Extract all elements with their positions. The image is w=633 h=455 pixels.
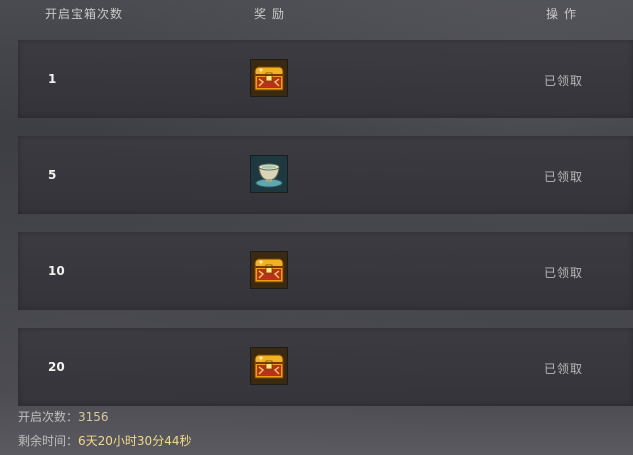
row-count: 1 bbox=[48, 72, 57, 86]
reward-row-1: 1 已领取 bbox=[18, 40, 633, 118]
header-reward: 奖励 bbox=[254, 7, 291, 21]
open-count-label: 开启次数： bbox=[18, 410, 79, 424]
treasure-chest-icon[interactable] bbox=[250, 251, 288, 289]
claimed-status[interactable]: 已领取 bbox=[544, 264, 583, 281]
remaining-time-line: 剩余时间：6天20小时30分44秒 bbox=[18, 432, 191, 449]
claimed-status[interactable]: 已领取 bbox=[544, 72, 583, 89]
header-operation: 操作 bbox=[546, 7, 583, 21]
open-count-value: 3156 bbox=[78, 410, 109, 424]
table-header: 开启宝箱次数 奖励 操作 bbox=[0, 0, 633, 26]
reward-row-4: 20 已领取 bbox=[18, 328, 633, 406]
remaining-time-value: 6天20小时30分44秒 bbox=[78, 434, 192, 448]
header-open-count: 开启宝箱次数 bbox=[45, 7, 124, 21]
treasure-chest-icon[interactable] bbox=[250, 59, 288, 97]
reward-row-2: 5 已领取 bbox=[18, 136, 633, 214]
remaining-time-label: 剩余时间： bbox=[18, 434, 79, 448]
treasure-chest-icon[interactable] bbox=[250, 347, 288, 385]
row-count: 10 bbox=[48, 264, 65, 278]
row-count: 5 bbox=[48, 168, 57, 182]
row-count: 20 bbox=[48, 360, 65, 374]
claimed-status[interactable]: 已领取 bbox=[544, 360, 583, 377]
reward-row-3: 10 已领取 bbox=[18, 232, 633, 310]
jade-cup-icon[interactable] bbox=[250, 155, 288, 193]
open-count-line: 开启次数：3156 bbox=[18, 408, 109, 425]
claimed-status[interactable]: 已领取 bbox=[544, 168, 583, 185]
